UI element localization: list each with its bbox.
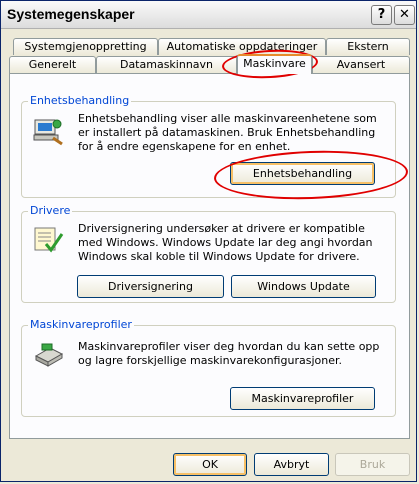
- device-manager-button[interactable]: Enhetsbehandling: [230, 162, 375, 185]
- help-button[interactable]: ?: [371, 5, 392, 25]
- device-manager-description: Enhetsbehandling viser alle maskinvareen…: [78, 112, 377, 153]
- drivers-description: Driversignering undersøker at drivere er…: [78, 222, 373, 263]
- window-title: Systemegenskaper: [7, 6, 135, 22]
- driver-signing-button[interactable]: Driversignering: [77, 275, 224, 298]
- title-bar[interactable]: Systemegenskaper ? ✕: [1, 1, 416, 29]
- tab-generelt[interactable]: Generelt: [9, 56, 96, 73]
- group-title-drivere: Drivere: [28, 204, 73, 217]
- tab-ekstern[interactable]: Ekstern: [326, 38, 410, 55]
- group-enhetsbehandling: Enhetsbehandling Enhetsbehandling viser …: [21, 94, 396, 198]
- close-button[interactable]: ✕: [394, 5, 415, 25]
- cancel-button[interactable]: Avbryt: [254, 453, 329, 476]
- group-drivere: Drivere Driversignering undersøker at dr…: [21, 204, 396, 303]
- hardware-profiles-button[interactable]: Maskinvareprofiler: [230, 387, 375, 410]
- windows-update-button[interactable]: Windows Update: [231, 275, 376, 298]
- group-title-maskinvareprofiler: Maskinvareprofiler: [28, 318, 134, 331]
- profiles-description: Maskinvareprofiler viser deg hvordan du …: [78, 340, 380, 367]
- tab-automatiske-oppdateringer[interactable]: Automatiske oppdateringer: [158, 38, 326, 55]
- hardware-profile-icon: [34, 343, 64, 367]
- apply-button[interactable]: Bruk: [335, 453, 410, 476]
- group-maskinvareprofiler: Maskinvareprofiler Maskinvareprofiler vi…: [21, 318, 396, 417]
- tab-maskinvare[interactable]: Maskinvare: [237, 54, 312, 74]
- tab-datamaskinnavn[interactable]: Datamaskinnavn: [96, 56, 237, 73]
- tab-avansert[interactable]: Avansert: [312, 56, 410, 73]
- tab-systemgjenoppretting[interactable]: Systemgjenoppretting: [13, 38, 158, 55]
- ok-button[interactable]: OK: [173, 453, 247, 476]
- driver-checklist-icon: [34, 227, 64, 253]
- tab-panel-maskinvare: Enhetsbehandling Enhetsbehandling viser …: [9, 73, 410, 439]
- device-manager-icon: [33, 119, 63, 146]
- group-title-enhetsbehandling: Enhetsbehandling: [28, 94, 132, 107]
- system-properties-window: Systemegenskaper ? ✕ Systemgjenopprettin…: [0, 0, 417, 482]
